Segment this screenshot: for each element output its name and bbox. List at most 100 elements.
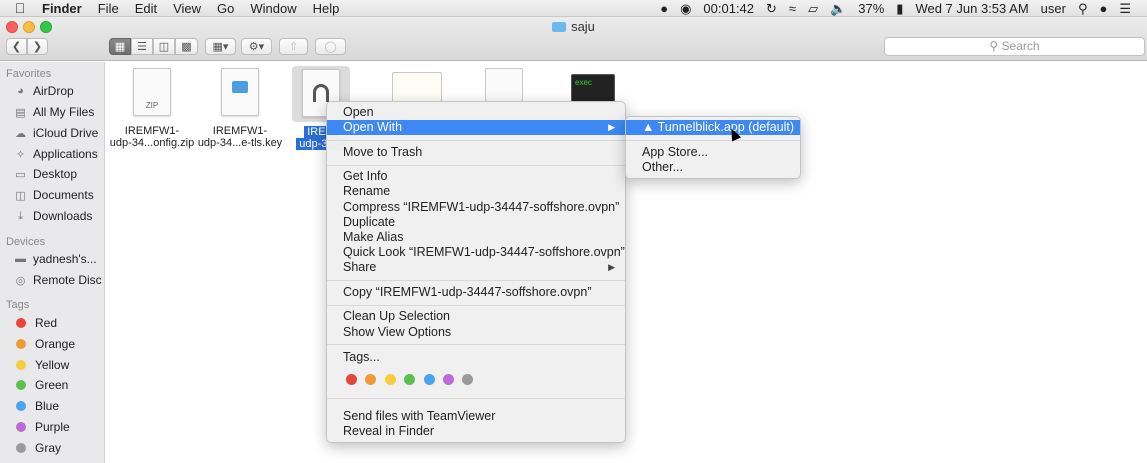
menu-separator	[327, 140, 625, 141]
menu-item-clean-up[interactable]: Clean Up Selection	[327, 309, 625, 324]
sidebar-tag-orange[interactable]: Orange	[14, 335, 75, 353]
tag-icon: ◯	[324, 41, 337, 53]
exec-file-icon[interactable]: exec	[571, 74, 615, 102]
menu-window[interactable]: Window	[242, 0, 304, 17]
tag-color-dot	[16, 380, 26, 391]
sidebar-item-applications[interactable]: ✧ Applications	[14, 145, 98, 163]
tag-color-option[interactable]	[365, 374, 377, 385]
tunnelblick-status-icon[interactable]: ●	[654, 0, 674, 17]
tag-color-option[interactable]	[346, 374, 357, 385]
tag-color-option[interactable]	[384, 374, 396, 385]
menu-item-duplicate[interactable]: Duplicate	[327, 215, 625, 230]
certificate-file-icon[interactable]	[392, 72, 442, 102]
file-item-key[interactable]: IREMFW1- udp-34...e-tls.key	[195, 68, 285, 149]
menu-item-share[interactable]: Share ▶	[327, 260, 625, 275]
recording-icon[interactable]: ◉	[674, 0, 697, 17]
menu-item-copy[interactable]: Copy “IREMFW1-udp-34447-soffshore.ovpn”	[327, 285, 625, 300]
file-name-line2: udp-34...onfig.zip	[109, 137, 195, 149]
sidebar-header-tags: Tags	[6, 299, 30, 311]
menu-item-app-store[interactable]: App Store...	[626, 145, 800, 160]
sidebar-tag-gray[interactable]: Gray	[14, 439, 61, 457]
arrange-button[interactable]: ▦▾	[205, 38, 236, 55]
menu-item-make-alias[interactable]: Make Alias	[327, 230, 625, 245]
menu-finder[interactable]: Finder	[40, 0, 90, 17]
wifi-icon[interactable]: ≈	[783, 0, 802, 17]
sidebar-item-all-my-files[interactable]: ▤ All My Files	[14, 103, 94, 121]
sidebar-header-favorites: Favorites	[6, 68, 52, 80]
document-file-icon[interactable]	[485, 68, 523, 102]
back-button[interactable]: ❮	[6, 38, 27, 55]
sidebar-item-label: Applications	[33, 147, 98, 161]
exec-label: exec	[575, 78, 592, 87]
menu-item-label: Open With	[343, 120, 403, 134]
sidebar-tag-purple[interactable]: Purple	[14, 418, 70, 436]
sidebar-tag-green[interactable]: Green	[14, 376, 68, 394]
share-button[interactable]: ⇧	[279, 38, 308, 55]
action-button[interactable]: ⚙▾	[241, 38, 272, 55]
sidebar-item-label: AirDrop	[33, 84, 74, 98]
menu-item-tunnelblick[interactable]: ▲ Tunnelblick.app (default)	[626, 120, 800, 135]
sidebar-tag-blue[interactable]: Blue	[14, 397, 59, 415]
battery-icon[interactable]: ▮	[890, 0, 909, 17]
menu-help[interactable]: Help	[305, 0, 348, 17]
spotlight-icon[interactable]: ⚲	[1072, 0, 1094, 17]
icon-view-button[interactable]: ▦	[109, 38, 131, 55]
menu-separator	[327, 344, 625, 345]
menu-item-rename[interactable]: Rename	[327, 184, 625, 199]
file-item-zip[interactable]: ZIP IREMFW1- udp-34...onfig.zip	[107, 68, 197, 149]
menu-edit[interactable]: Edit	[127, 0, 165, 17]
sidebar-item-documents[interactable]: ◫ Documents	[14, 186, 93, 204]
sidebar-item-airdrop[interactable]: ◕ AirDrop	[14, 82, 74, 100]
laptop-icon: ▬	[15, 253, 26, 265]
volume-icon[interactable]: 🔈	[824, 0, 852, 17]
tag-color-option[interactable]	[423, 374, 435, 385]
sidebar-tag-red[interactable]: Red	[14, 314, 57, 332]
apple-menu-icon[interactable]: 	[0, 0, 40, 16]
cover-flow-button[interactable]: ▩	[175, 38, 198, 55]
menu-item-open[interactable]: Open	[327, 105, 625, 120]
sidebar-item-downloads[interactable]: ⤓ Downloads	[14, 207, 92, 225]
siri-icon[interactable]: ●	[1093, 0, 1113, 17]
menu-item-send-teamviewer[interactable]: Send files with TeamViewer	[327, 409, 625, 424]
menu-item-open-with[interactable]: Open With ▶	[327, 120, 625, 135]
list-view-button[interactable]: ☰	[131, 38, 153, 55]
tag-color-option[interactable]	[462, 374, 474, 385]
sidebar-item-computer[interactable]: ▬ yadnesh's...	[14, 250, 97, 268]
menu-item-reveal-in-finder[interactable]: Reveal in Finder	[327, 424, 625, 439]
search-input[interactable]: ⚲ Search	[884, 37, 1145, 56]
menu-item-move-to-trash[interactable]: Move to Trash	[327, 145, 625, 160]
applications-icon: ✧	[15, 148, 26, 161]
tag-color-option[interactable]	[404, 374, 416, 385]
time-machine-icon[interactable]: ↻	[760, 0, 783, 17]
battery-percent[interactable]: 37%	[852, 0, 890, 17]
menu-file[interactable]: File	[90, 0, 127, 17]
column-view-button[interactable]: ◫	[153, 38, 175, 55]
recording-timer[interactable]: 00:01:42	[697, 0, 760, 17]
sidebar-item-remote-disc[interactable]: ◎ Remote Disc	[14, 271, 102, 289]
menu-item-quick-look[interactable]: Quick Look “IREMFW1-udp-34447-soffshore.…	[327, 245, 625, 260]
submenu-arrow-icon: ▶	[608, 122, 615, 132]
sidebar-tag-yellow[interactable]: Yellow	[14, 356, 69, 374]
menu-separator	[327, 305, 625, 306]
sidebar-item-desktop[interactable]: ▭ Desktop	[14, 165, 77, 183]
menu-item-other[interactable]: Other...	[626, 160, 800, 175]
notification-center-icon[interactable]: ☰	[1113, 0, 1137, 17]
menu-view[interactable]: View	[165, 0, 209, 17]
document-icon: ◫	[15, 189, 26, 202]
menu-item-tags[interactable]: Tags...	[327, 350, 625, 365]
menu-item-show-view-options[interactable]: Show View Options	[327, 325, 625, 340]
tag-button[interactable]: ◯	[315, 38, 346, 55]
menu-item-label: Share	[343, 260, 377, 274]
search-placeholder: Search	[1001, 39, 1040, 53]
tag-color-option[interactable]	[443, 374, 454, 385]
airplay-icon[interactable]: ▱	[802, 0, 824, 17]
menu-go[interactable]: Go	[209, 0, 242, 17]
forward-button[interactable]: ❯	[27, 38, 48, 55]
cover-flow-icon: ▩	[181, 41, 192, 53]
menu-item-get-info[interactable]: Get Info	[327, 169, 625, 184]
user-menu[interactable]: user	[1035, 0, 1072, 17]
sidebar-item-icloud-drive[interactable]: ☁ iCloud Drive	[14, 124, 98, 142]
menu-item-compress[interactable]: Compress “IREMFW1-udp-34447-soffshore.ov…	[327, 200, 625, 215]
clock[interactable]: Wed 7 Jun 3:53 AM	[909, 0, 1034, 17]
download-icon: ⤓	[18, 209, 23, 222]
